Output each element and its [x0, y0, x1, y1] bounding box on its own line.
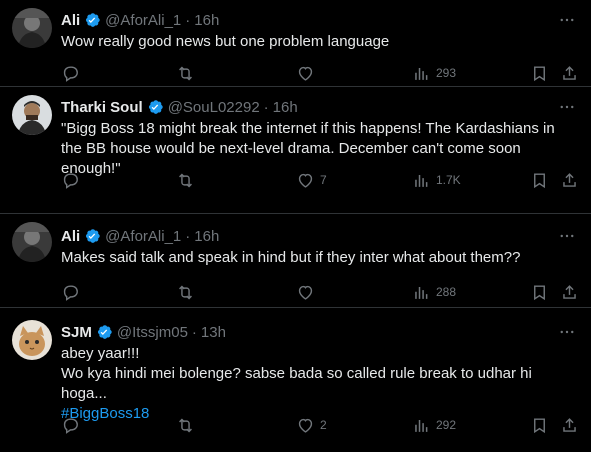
avatar-image	[12, 222, 52, 262]
reply-icon	[63, 172, 78, 189]
bookmark-button[interactable]	[530, 415, 549, 435]
reply-icon	[63, 65, 78, 82]
verified-badge-icon	[146, 98, 164, 116]
share-icon	[563, 284, 576, 299]
separator-dot: ·	[185, 227, 191, 245]
share-button[interactable]	[560, 170, 579, 190]
more-options-icon[interactable]	[557, 10, 577, 30]
author-handle[interactable]: @AforAli_1	[105, 12, 181, 29]
avatar-image	[12, 8, 52, 48]
reply-button[interactable]	[61, 170, 85, 190]
tweet[interactable]: Tharki Soul @SouL02292 · 16h "Bigg Boss …	[0, 87, 591, 214]
retweet-button[interactable]	[176, 415, 200, 435]
more-options-icon[interactable]	[557, 97, 577, 117]
avatar[interactable]	[12, 8, 52, 48]
verified-badge-icon	[83, 227, 101, 245]
author-handle[interactable]: @Itssjm05	[117, 324, 188, 341]
bookmark-icon	[534, 284, 545, 300]
view-count: 288	[436, 285, 457, 299]
author-handle[interactable]: @AforAli_1	[105, 228, 181, 245]
share-icon	[563, 172, 576, 187]
tweet[interactable]: Ali @AforAli_1 · 16h Wow really good new…	[0, 0, 591, 87]
retweet-icon	[179, 285, 192, 299]
heart-icon	[298, 418, 313, 433]
tweet-text: abey yaar!!! Wo kya hindi mei bolenge? s…	[61, 345, 532, 402]
bookmark-button[interactable]	[530, 282, 549, 302]
share-button[interactable]	[560, 415, 579, 435]
retweet-icon	[179, 173, 192, 187]
avatar-image	[12, 95, 52, 135]
avatar[interactable]	[12, 95, 52, 135]
reply-button[interactable]	[61, 63, 85, 83]
view-count: 292	[436, 418, 457, 432]
retweet-button[interactable]	[176, 170, 200, 190]
reply-icon	[63, 284, 78, 301]
analytics-icon	[415, 286, 428, 299]
views-button[interactable]: 292	[412, 415, 456, 435]
views-button[interactable]: 293	[412, 63, 456, 83]
avatar-image	[12, 320, 52, 360]
share-icon	[563, 65, 576, 80]
author-name[interactable]: Ali	[61, 228, 80, 245]
views-button[interactable]: 1.7K	[412, 170, 461, 190]
like-button[interactable]	[296, 282, 320, 302]
analytics-icon	[415, 419, 428, 432]
timestamp[interactable]: 13h	[201, 324, 226, 341]
timestamp[interactable]: 16h	[194, 12, 219, 29]
verified-badge-icon	[95, 323, 113, 341]
heart-icon	[298, 66, 313, 81]
retweet-button[interactable]	[176, 63, 200, 83]
views-button[interactable]: 288	[412, 282, 456, 302]
bookmark-button[interactable]	[530, 63, 549, 83]
author-handle[interactable]: @SouL02292	[168, 99, 260, 116]
heart-icon	[298, 173, 313, 188]
retweet-button[interactable]	[176, 282, 200, 302]
like-button[interactable]: 7	[296, 170, 327, 190]
bookmark-button[interactable]	[530, 170, 549, 190]
like-button[interactable]: 2	[296, 415, 327, 435]
bookmark-icon	[534, 65, 545, 81]
share-button[interactable]	[560, 282, 579, 302]
reply-button[interactable]	[61, 415, 85, 435]
retweet-icon	[179, 418, 192, 432]
author-name[interactable]: SJM	[61, 324, 92, 341]
verified-badge-icon	[83, 11, 101, 29]
tweet[interactable]: Ali @AforAli_1 · 16h Makes said talk and…	[0, 214, 591, 308]
like-count: 7	[320, 173, 327, 187]
bookmark-icon	[534, 172, 545, 188]
avatar[interactable]	[12, 320, 52, 360]
more-options-icon[interactable]	[557, 226, 577, 246]
author-name[interactable]: Tharki Soul	[61, 99, 143, 116]
separator-dot: ·	[263, 98, 269, 116]
separator-dot: ·	[191, 323, 197, 341]
tweet-text: Wow really good news but one problem lan…	[61, 33, 390, 50]
timestamp[interactable]: 16h	[273, 99, 298, 116]
bookmark-icon	[534, 417, 545, 433]
heart-icon	[298, 285, 313, 300]
reply-icon	[63, 417, 78, 434]
view-count: 1.7K	[436, 173, 461, 187]
share-icon	[563, 417, 576, 432]
analytics-icon	[415, 174, 428, 187]
tweet-text: Makes said talk and speak in hind but if…	[61, 249, 521, 266]
separator-dot: ·	[185, 11, 191, 29]
tweet[interactable]: SJM @Itssjm05 · 13h abey yaar!!! Wo kya …	[0, 308, 591, 452]
retweet-icon	[179, 66, 192, 80]
more-options-icon[interactable]	[557, 322, 577, 342]
share-button[interactable]	[560, 63, 579, 83]
view-count: 293	[436, 66, 457, 80]
like-button[interactable]	[296, 63, 320, 83]
avatar[interactable]	[12, 222, 52, 262]
reply-button[interactable]	[61, 282, 85, 302]
timestamp[interactable]: 16h	[194, 228, 219, 245]
analytics-icon	[415, 67, 428, 80]
like-count: 2	[320, 418, 327, 432]
author-name[interactable]: Ali	[61, 12, 80, 29]
